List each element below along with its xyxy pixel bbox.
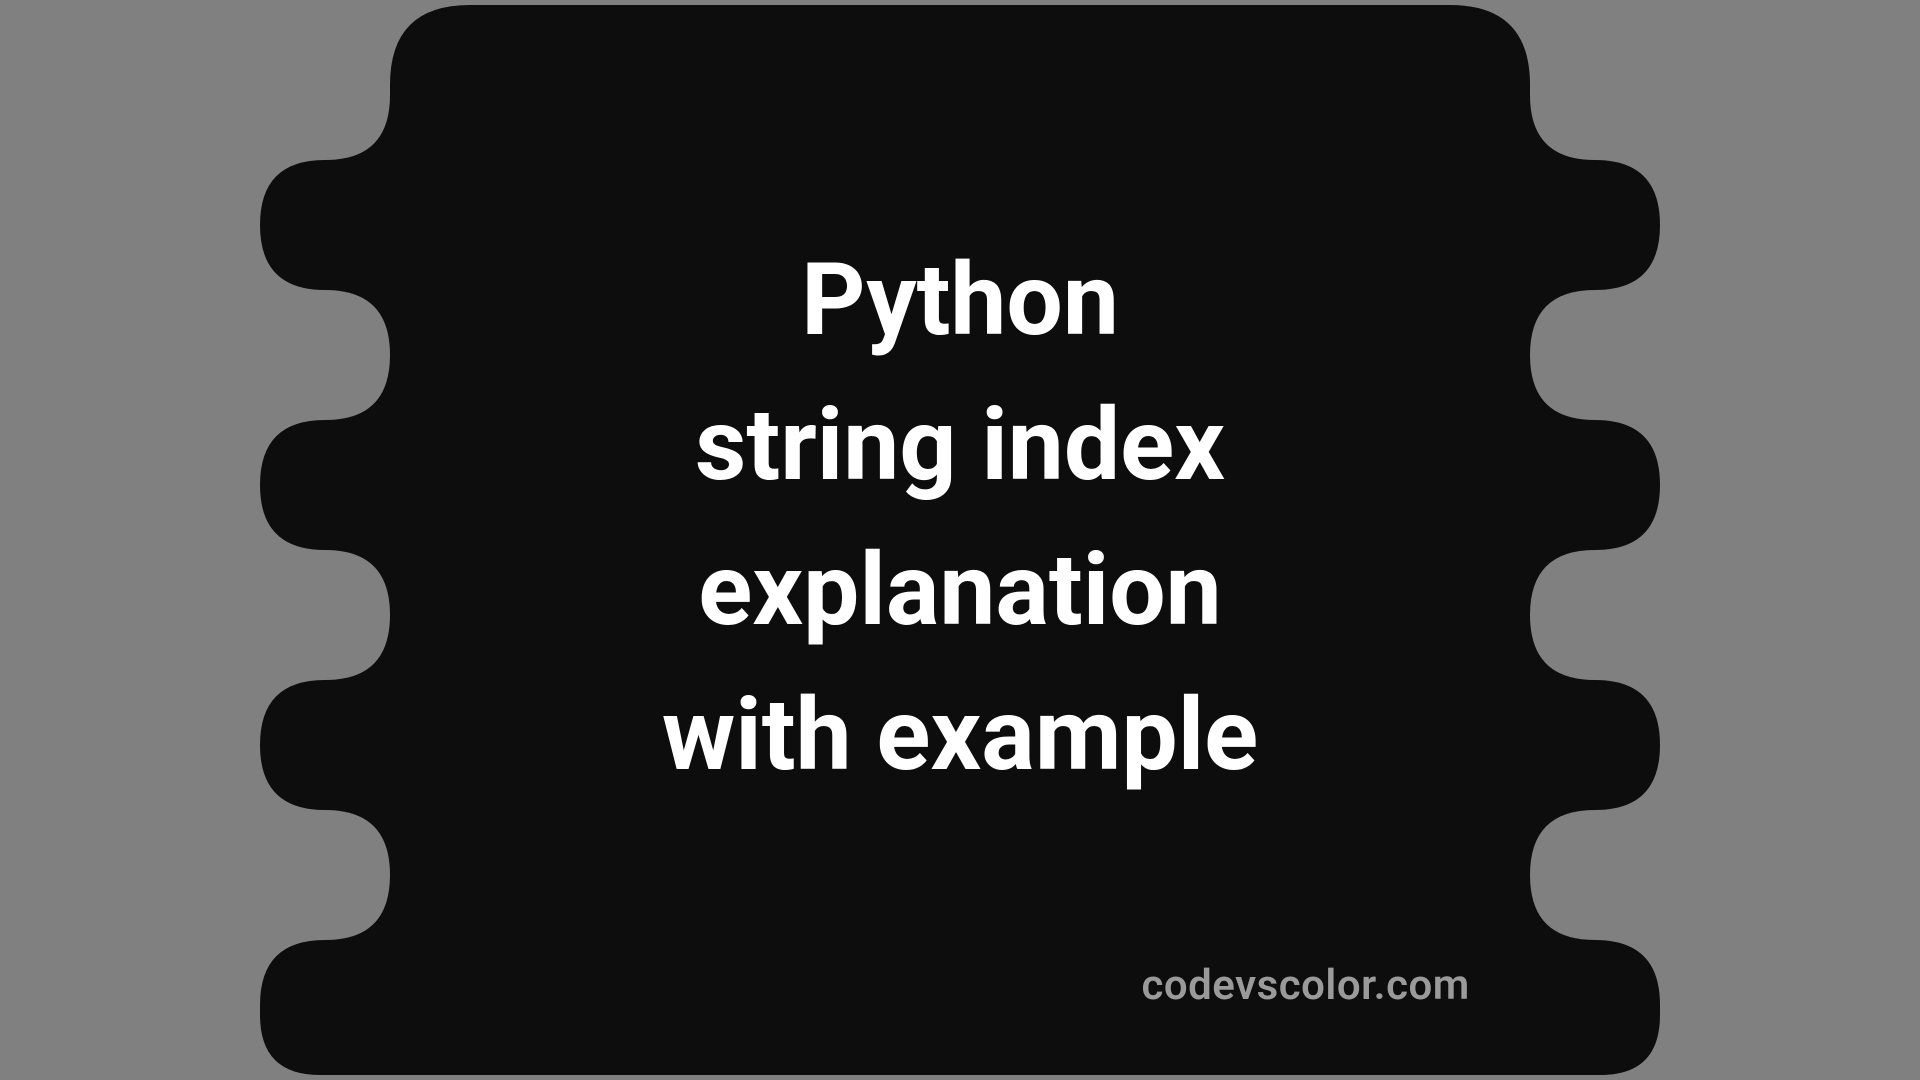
title-text: Python string index explanation with exa… xyxy=(662,228,1258,808)
title-line-1: Python xyxy=(801,242,1119,359)
canvas: Python string index explanation with exa… xyxy=(0,0,1920,1080)
title-line-4: with example xyxy=(662,677,1258,794)
watermark-text: codevscolor.com xyxy=(1141,961,1469,1010)
title-line-2: string index xyxy=(695,387,1225,504)
title-line-3: explanation xyxy=(698,532,1222,649)
